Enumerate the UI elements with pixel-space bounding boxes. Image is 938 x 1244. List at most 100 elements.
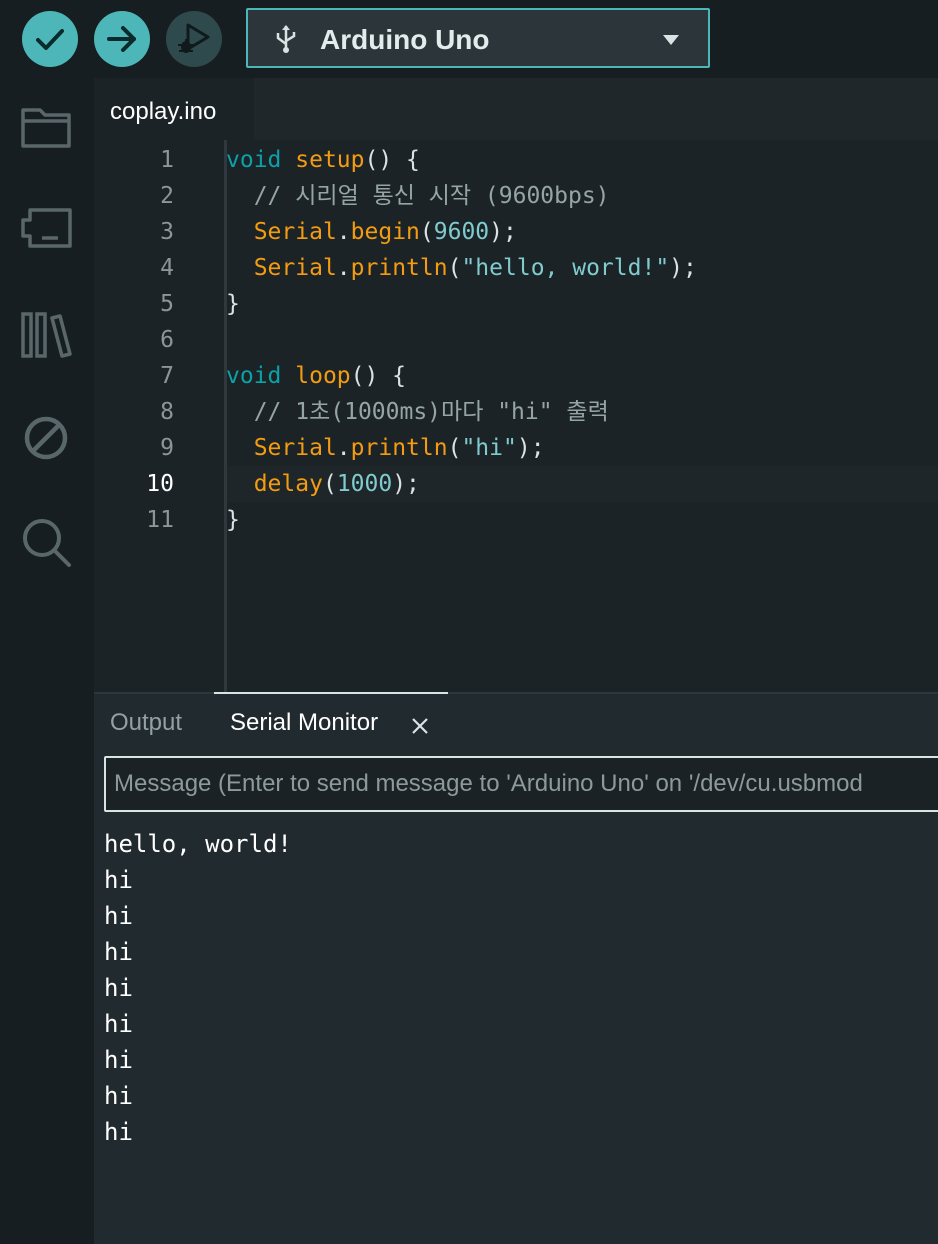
tab-output[interactable]: Output — [110, 692, 182, 754]
line-number-gutter: 1 2 3 4 5 6 7 8 9 10 11 — [94, 140, 222, 692]
line-number: 7 — [160, 363, 174, 389]
tab-serial-monitor-label: Serial Monitor — [230, 709, 379, 736]
code-token: 1000 — [336, 471, 393, 497]
sidebar-item-library-manager[interactable] — [18, 306, 74, 362]
code-token: () { — [350, 363, 407, 389]
sidebar-item-debug[interactable] — [18, 410, 74, 466]
code-token: ( — [447, 435, 462, 461]
bottom-panel: Output Serial Monitor hello, world!hihih… — [94, 692, 938, 1244]
code-line: Serial.begin(9600); — [226, 214, 517, 250]
board-name: Arduino Uno — [320, 24, 490, 55]
board-selector[interactable]: Arduino Uno — [246, 8, 710, 68]
code-token: ( — [447, 255, 462, 281]
board-icon — [21, 208, 72, 248]
upload-button[interactable] — [94, 11, 150, 67]
no-entry-icon — [24, 416, 68, 460]
code-token: void — [226, 147, 282, 173]
close-icon[interactable] — [410, 716, 430, 736]
debug-button[interactable] — [166, 11, 222, 67]
code-token: begin — [350, 219, 420, 245]
code-token: ( — [419, 219, 434, 245]
code-token: println — [350, 435, 448, 461]
code-token: Serial — [253, 435, 337, 461]
toolbar: Arduino Uno — [0, 0, 938, 78]
debug-icon — [178, 23, 210, 53]
line-number: 2 — [160, 183, 174, 209]
line-number: 9 — [160, 435, 174, 461]
code-line: } — [226, 502, 240, 538]
check-icon — [36, 29, 64, 50]
serial-output-line: hi — [104, 1118, 133, 1146]
line-number: 6 — [160, 327, 174, 353]
code-token: ); — [489, 219, 517, 245]
line-number: 10 — [146, 471, 174, 497]
code-token: 9600 — [433, 219, 490, 245]
code-token: } — [226, 507, 240, 533]
sidebar-item-boards-manager[interactable] — [18, 202, 74, 258]
code-token: ( — [322, 471, 337, 497]
line-number: 11 — [146, 507, 174, 533]
code-line: // 1초(1000ms)마다 "hi" 출력 — [226, 394, 609, 430]
serial-message-input[interactable] — [104, 756, 938, 812]
search-icon — [23, 519, 71, 567]
code-line: void loop() { — [226, 358, 406, 394]
code-line: } — [226, 286, 240, 322]
arrow-right-icon — [107, 26, 136, 52]
code-token: // 1초(1000ms)마다 "hi" 출력 — [253, 399, 609, 425]
line-number: 5 — [160, 291, 174, 317]
code-token: // 시리얼 통신 시작 (9600bps) — [253, 183, 610, 209]
code-token: Serial — [253, 255, 337, 281]
verify-button[interactable] — [22, 11, 78, 67]
serial-output: hello, world! hi hi hi hi hi hi hi hi — [104, 826, 924, 1150]
line-number: 3 — [160, 219, 174, 245]
code-token: Serial — [253, 219, 337, 245]
line-number: 1 — [160, 147, 174, 173]
library-icon — [21, 312, 72, 358]
code-token: println — [350, 255, 448, 281]
code-line: delay(1000); — [226, 466, 420, 502]
code-editor[interactable]: 1 2 3 4 5 6 7 8 9 10 11 void setup() { // 시리얼 통신 시… — [94, 140, 938, 692]
line-number: 8 — [160, 399, 174, 425]
sidebar — [0, 78, 94, 1244]
code-token: ); — [392, 471, 420, 497]
code-token: loop — [295, 363, 351, 389]
code-token: . — [336, 435, 351, 461]
tab-output-label: Output — [110, 709, 183, 736]
sidebar-item-search[interactable] — [18, 514, 74, 570]
file-tab-label: coplay.ino — [110, 98, 217, 125]
serial-output-line: hi — [104, 1046, 133, 1074]
serial-output-line: hi — [104, 938, 133, 966]
code-token: ); — [516, 435, 545, 461]
code-line: // 시리얼 통신 시작 (9600bps) — [226, 178, 610, 214]
serial-output-line: hi — [104, 902, 133, 930]
code-line: Serial.println("hello, world!"); — [226, 250, 697, 286]
code-token: void — [226, 363, 282, 389]
code-token: setup — [295, 147, 365, 173]
chevron-down-icon — [663, 35, 679, 45]
code-token: "hello, world!" — [461, 255, 670, 281]
code-token: . — [336, 219, 351, 245]
file-tab[interactable]: coplay.ino — [94, 78, 254, 140]
code-token: "hi" — [461, 435, 517, 461]
serial-output-line: hi — [104, 1010, 133, 1038]
sidebar-item-sketchbook[interactable] — [18, 100, 74, 156]
serial-output-line: hello, world! — [104, 830, 292, 858]
serial-output-line: hi — [104, 974, 133, 1002]
serial-output-line: hi — [104, 1082, 133, 1110]
serial-output-line: hi — [104, 866, 133, 894]
usb-icon — [276, 25, 296, 53]
editor-tab-bar: coplay.ino — [94, 78, 938, 140]
code-token: delay — [253, 471, 323, 497]
code-token: . — [336, 255, 351, 281]
line-number: 4 — [160, 255, 174, 281]
code-token: } — [226, 291, 240, 317]
code-line: void setup() { — [226, 142, 420, 178]
code-token: ); — [669, 255, 697, 281]
